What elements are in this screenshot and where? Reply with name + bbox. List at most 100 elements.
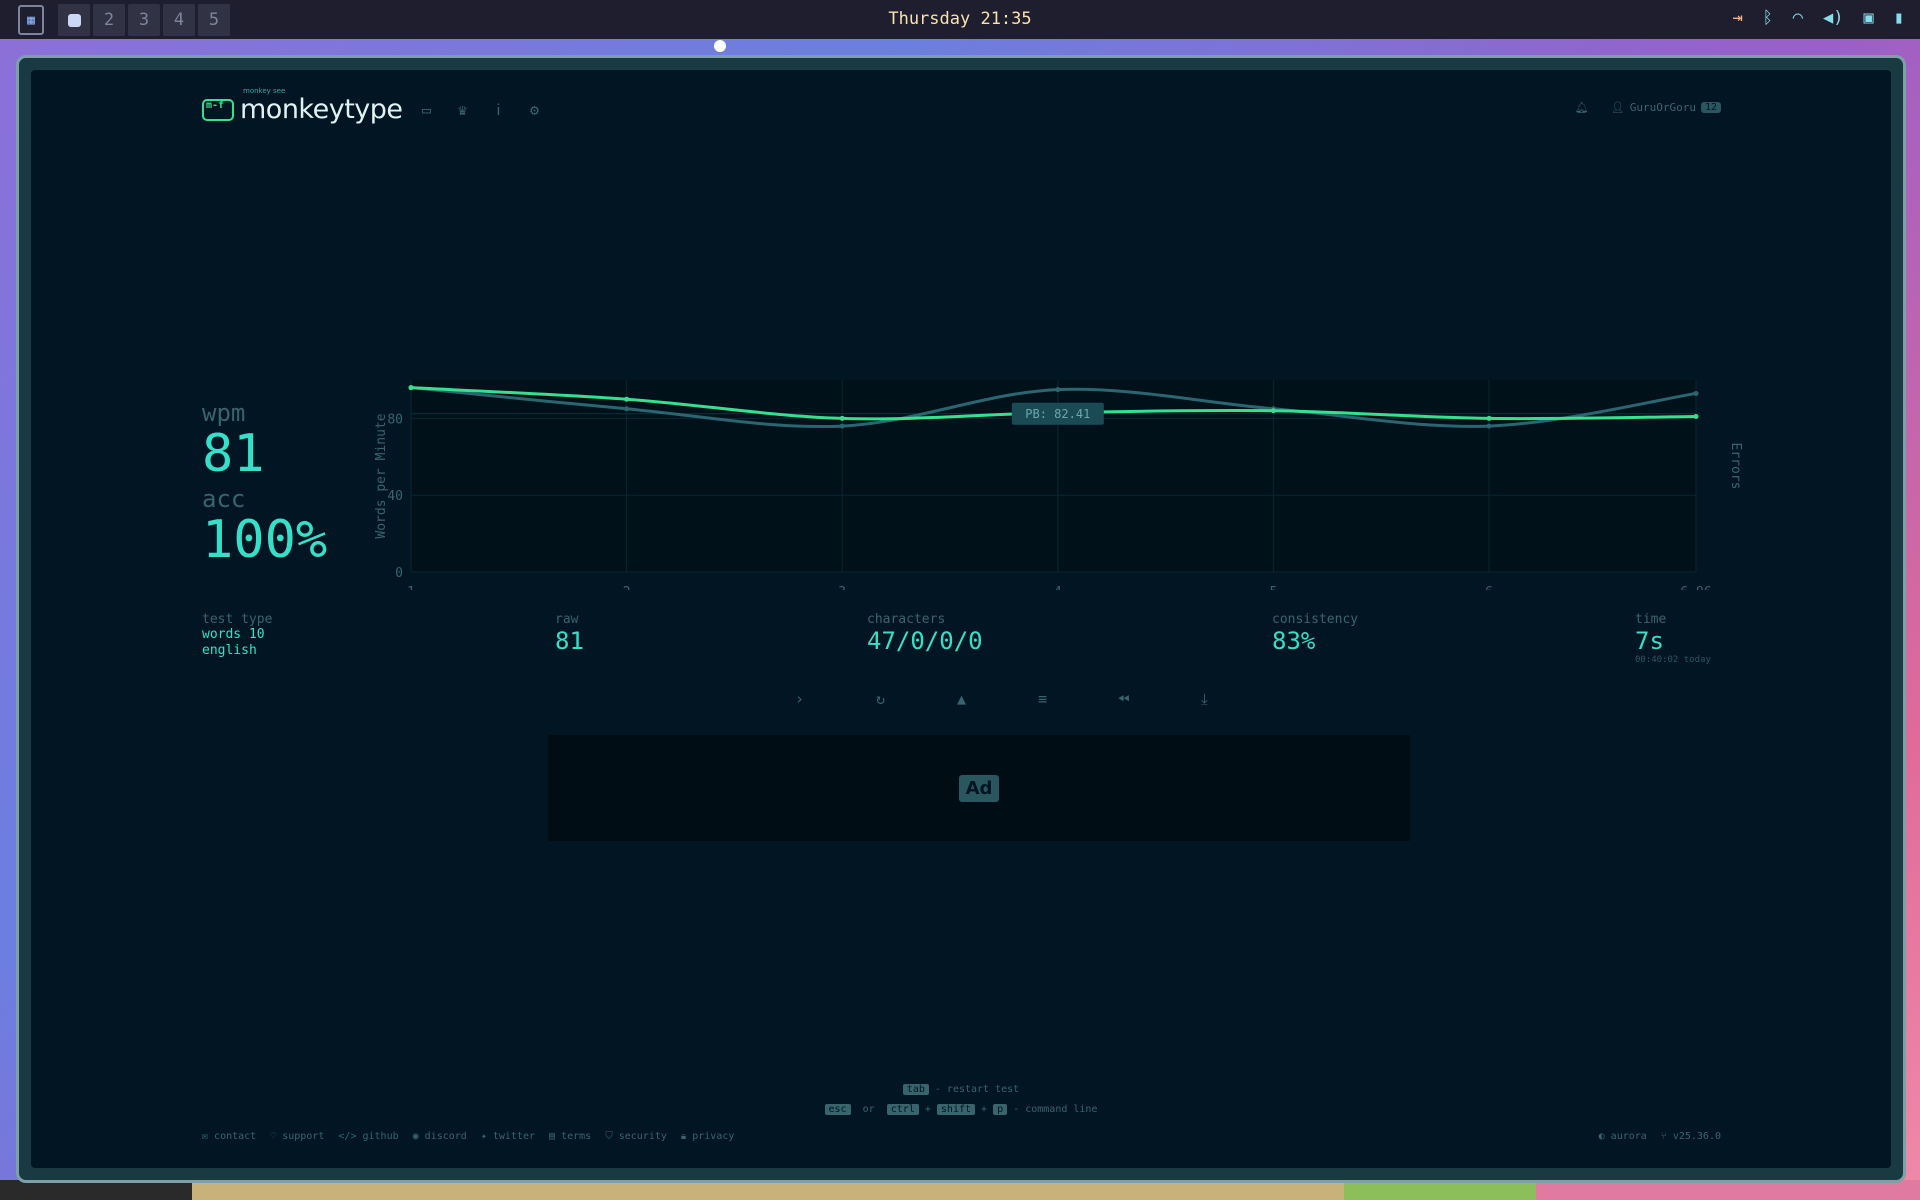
consistency-stat: consistency 83% [1272,612,1358,655]
test-type-stat: test type words 10 english [202,612,272,659]
twitter-link[interactable]: ✦ twitter [481,1131,535,1142]
crown-icon[interactable]: ♛ [455,101,471,119]
report-icon[interactable]: ▲ [921,690,1002,708]
x-tick-label: 4 [1054,585,1062,590]
battery-icon[interactable]: ▮ [1894,8,1904,28]
level-badge: 12 [1700,102,1721,113]
esc-key: esc [824,1104,851,1115]
restart-hint-text: - restart test [934,1084,1020,1095]
app-window: monkey see monkeytype ▭ ♛ ⅰ ⚙ 🔔︎ 👤︎ Guru… [16,55,1906,1183]
cpu-icon[interactable]: ▣ [1864,8,1874,28]
nav-icons: ▭ ♛ ⅰ ⚙ [419,101,543,119]
restart-icon[interactable]: ↻ [840,690,921,708]
keyboard-icon[interactable]: ▭ [419,101,435,119]
workspace-2[interactable]: 2 [93,4,125,36]
monkeytype-app: monkey see monkeytype ▭ ♛ ⅰ ⚙ 🔔︎ 👤︎ Guru… [31,70,1891,1168]
wpm-point [408,385,414,391]
version-label: v25.36.0 [1672,1131,1721,1142]
theme-button[interactable]: ◐ aurora [1599,1131,1647,1142]
workspace-3[interactable]: 3 [128,4,160,36]
logo-text[interactable]: monkeytype [240,94,403,125]
wpm-point [624,396,630,402]
launcher-icon[interactable]: ▦ [18,5,44,35]
shift-key: shift [936,1104,976,1115]
raw-stat: raw 81 [555,612,584,655]
logo-icon[interactable] [202,98,234,121]
screenshot-icon[interactable]: ⤓ [1164,690,1245,708]
time-today: 00:40:02 today [1635,655,1711,665]
logout-icon[interactable]: ⇥ [1732,8,1742,28]
header-right: 🔔︎ 👤︎ GuruOrGoru 12 [1575,101,1721,114]
twitter-label: twitter [492,1131,536,1142]
raw-value: 81 [555,627,584,655]
wpm-point [1693,413,1699,419]
acc-value: 100% [202,510,328,570]
bluetooth-icon[interactable]: ᛒ [1763,8,1773,28]
workspace-1[interactable] [58,4,90,36]
account-button[interactable]: 👤︎ GuruOrGoru 12 [1611,101,1721,114]
ad-banner[interactable]: Ad [548,735,1410,841]
info-icon[interactable]: ⅰ [491,101,507,119]
workspace-5[interactable]: 5 [198,4,230,36]
raw-point [1693,390,1699,396]
hint-restart: tab - restart test [31,1080,1891,1100]
big-stats: wpm 81 acc 100% [202,400,327,572]
time-stat: time 7s 00:40:02 today [1635,612,1711,665]
contact-link[interactable]: ✉ contact [202,1131,256,1142]
next-test-icon[interactable]: › [759,690,840,708]
workspace-4[interactable]: 4 [163,4,195,36]
privacy-label: privacy [692,1131,735,1142]
support-link[interactable]: ♡ support [270,1131,324,1142]
wpm-point [839,415,845,421]
characters-value: 47/0/0/0 [867,627,983,655]
version-button[interactable]: ⑂ v25.36.0 [1661,1131,1721,1142]
acc-label: acc [202,485,246,513]
y-tick-label: 0 [395,566,403,581]
replay-icon[interactable]: ⏪︎ [1083,690,1164,708]
privacy-link[interactable]: 🔒︎ privacy [681,1131,735,1142]
username: GuruOrGoru [1629,101,1696,114]
keyboard-hints: tab - restart test esc or ctrl + shift +… [31,1080,1891,1120]
words-history-icon[interactable]: ≡ [1002,690,1083,708]
x-tick-label: 6.96 [1680,585,1711,590]
contact-label: contact [214,1131,257,1142]
discord-link[interactable]: ◉ discord [413,1131,467,1142]
wifi-icon[interactable]: ◠ [1793,8,1803,28]
theme-label: aurora [1610,1131,1647,1142]
volume-icon[interactable]: ◀) [1823,8,1843,28]
security-link[interactable]: ⛉ security [605,1131,667,1142]
notification-bell-icon[interactable]: 🔔︎ [1575,101,1589,114]
characters-label: characters [867,612,946,627]
y2-axis-label: Errors [1728,443,1743,490]
wpm-value: 81 [202,424,265,484]
p-key: p [993,1104,1008,1115]
pb-annotation-label: PB: 82.41 [1025,407,1090,421]
system-topbar: ▦ 2 3 4 5 Thursday 21:35 ⇥ ᛒ ◠ ◀) ▣ ▮ [0,0,1920,39]
header: monkey see monkeytype ▭ ♛ ⅰ ⚙ [202,87,543,125]
support-label: support [282,1131,325,1142]
terms-label: terms [561,1131,592,1142]
ad-badge: Ad [958,774,1000,802]
raw-point [839,423,845,429]
raw-point [1486,423,1492,429]
github-link[interactable]: </> github [338,1131,398,1142]
ctrl-key: ctrl [886,1104,919,1115]
settings-icon[interactable]: ⚙ [527,101,543,119]
workspace-switcher: ▦ 2 3 4 5 [18,4,233,36]
hint-command-line: esc or ctrl + shift + p - command line [31,1100,1891,1120]
wpm-label: wpm [202,399,246,427]
raw-point [624,406,630,412]
y-tick-label: 40 [387,489,403,504]
system-tray: ⇥ ᛒ ◠ ◀) ▣ ▮ [1732,8,1904,28]
y-axis-label: Words per Minute [374,413,389,538]
terms-link[interactable]: ▤ terms [549,1131,591,1142]
x-tick-label: 2 [623,585,631,590]
security-label: security [618,1131,667,1142]
footer-right: ◐ aurora ⑂ v25.36.0 [1599,1131,1721,1142]
clock: Thursday 21:35 [888,9,1032,29]
characters-stat: characters 47/0/0/0 [867,612,983,655]
result-actions: › ↻ ▲ ≡ ⏪︎ ⤓ [759,690,1245,708]
raw-label: raw [555,612,579,627]
test-type-language: english [202,643,257,658]
plus-1: + [924,1104,931,1115]
